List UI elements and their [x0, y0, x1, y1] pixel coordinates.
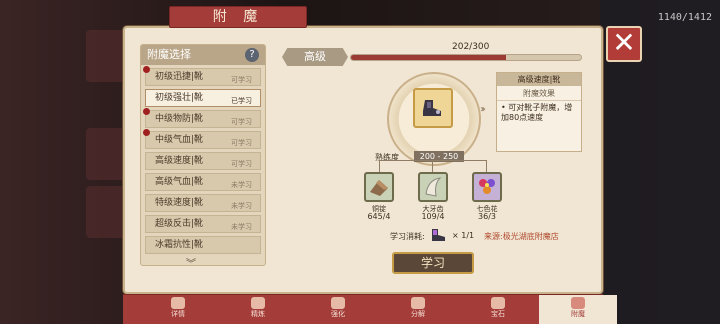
material-slot-seven-color-flower[interactable] [472, 172, 502, 202]
tab-icon [171, 297, 185, 309]
scroll-down-icon[interactable]: ︾ [186, 255, 196, 270]
boot-icon [423, 100, 441, 116]
enchant-list-title: 附魔选择 [147, 48, 191, 61]
enchant-list-item[interactable]: 特级速度|靴 未学习 [145, 194, 261, 212]
enchant-item-name: 高级气血|靴 [155, 177, 204, 187]
cost-count: × 1/1 [452, 231, 475, 240]
effect-text: • 可对靴子附魔，增加80点速度 [501, 103, 573, 122]
tooth-icon [425, 177, 442, 197]
tab-4[interactable]: 宝石 [459, 295, 537, 324]
enchant-item-name: 冰霜抗性|靴 [155, 240, 204, 250]
enchant-item-status: 已学习 [231, 97, 252, 105]
enchant-item-name: 超级反击|靴 [155, 219, 204, 229]
bottom-tab-bar: 详情 精炼 强化 分解 宝石 附魔 [123, 294, 617, 324]
tab-2[interactable]: 强化 [299, 295, 377, 324]
notification-dot-icon [143, 129, 150, 136]
enchant-item-name: 中级物防|靴 [155, 114, 204, 124]
background-character [86, 128, 126, 180]
enchant-item-name: 高级速度|靴 [155, 156, 204, 166]
tab-icon [571, 297, 585, 309]
enchant-list-item[interactable]: 高级气血|靴 未学习 [145, 173, 261, 191]
tab-1[interactable]: 精炼 [219, 295, 297, 324]
level-progress-fill [351, 55, 506, 60]
enchant-item-name: 特级速度|靴 [155, 198, 204, 208]
help-icon[interactable]: ? [245, 48, 259, 62]
level-label: 高级 [282, 48, 348, 66]
enchant-list-item[interactable]: 冰霜抗性|靴 [145, 236, 261, 254]
tab-label: 强化 [331, 310, 345, 318]
enchant-list-header: 附魔选择 ? [141, 45, 265, 65]
tab-label: 精炼 [251, 310, 265, 318]
notification-dot-icon [143, 66, 150, 73]
tab-label: 附魔 [571, 310, 585, 318]
material-connector-mid [432, 160, 433, 172]
background-counter: 1140/1412 [657, 12, 712, 23]
enchant-item-status: 可学习 [231, 76, 252, 84]
enchant-list-item[interactable]: 中级物防|靴 可学习 [143, 108, 261, 128]
enchant-list-item[interactable]: 初级迅捷|靴 可学习 [143, 66, 261, 86]
material-count: 109/4 [421, 212, 445, 221]
enchant-item-name: 中级气血|靴 [155, 135, 204, 145]
enchant-list-item[interactable]: 超级反击|靴 未学习 [145, 215, 261, 233]
enchant-item-name: 初级迅捷|靴 [155, 72, 204, 82]
enchant-item-status: 可学习 [231, 139, 252, 147]
tab-5[interactable]: 附魔 [539, 295, 617, 324]
flower-icon [479, 179, 495, 194]
material-slot-copper-ingot[interactable] [364, 172, 394, 202]
learn-button[interactable]: 学习 [392, 252, 474, 274]
tab-label: 宝石 [491, 310, 505, 318]
close-button[interactable]: ✕ [606, 26, 642, 62]
enchant-list-item[interactable]: 中级气血|靴 可学习 [143, 129, 261, 149]
background-character [86, 30, 126, 82]
enchant-list-item[interactable]: 初级强壮|靴 已学习 [145, 89, 261, 107]
level-progress-bar [350, 54, 582, 61]
tab-0[interactable]: 详情 [139, 295, 217, 324]
enchant-item-status: 可学习 [231, 160, 252, 168]
cost-boot-icon [432, 229, 445, 241]
enchant-item-name: 初级强壮|靴 [155, 93, 204, 103]
enchant-info-card: 高级速度|靴 附魔效果 • 可对靴子附魔，增加80点速度 [496, 72, 582, 152]
arrow-chevrons-icon: ››› [480, 104, 486, 115]
enchant-item-status: 可学习 [231, 118, 252, 126]
tab-icon [251, 297, 265, 309]
enchant-item-status: 未学习 [231, 223, 252, 231]
source-link[interactable]: 来源:极光湖底附魔店 [484, 231, 559, 242]
cost-label: 学习消耗: [390, 232, 425, 241]
level-count: 202/300 [452, 42, 490, 52]
material-count: 36/3 [478, 212, 496, 221]
enchant-item-slot[interactable] [413, 88, 453, 128]
material-slot-big-tooth[interactable] [418, 172, 448, 202]
notification-dot-icon [143, 108, 150, 115]
enchant-item-status: 未学习 [231, 181, 252, 189]
background-character [86, 186, 126, 238]
material-connector [379, 160, 487, 172]
info-card-title: 高级速度|靴 [497, 73, 581, 86]
tab-icon [331, 297, 345, 309]
tab-label: 分解 [411, 310, 425, 318]
tab-icon [411, 297, 425, 309]
effect-header: 附魔效果 [497, 88, 581, 101]
enchant-list-item[interactable]: 高级速度|靴 可学习 [145, 152, 261, 170]
material-count: 645/4 [367, 212, 391, 221]
enchant-list: 附魔选择 ? 初级迅捷|靴 可学习 初级强壮|靴 已学习 中级物防|靴 可学习 中级气血|靴… [140, 44, 266, 266]
tab-icon [491, 297, 505, 309]
enchant-item-status: 未学习 [231, 202, 252, 210]
tab-3[interactable]: 分解 [379, 295, 457, 324]
panel-title: 附 魔 [169, 6, 307, 28]
tab-label: 详情 [171, 310, 185, 318]
copper-ingot-icon [370, 180, 388, 196]
